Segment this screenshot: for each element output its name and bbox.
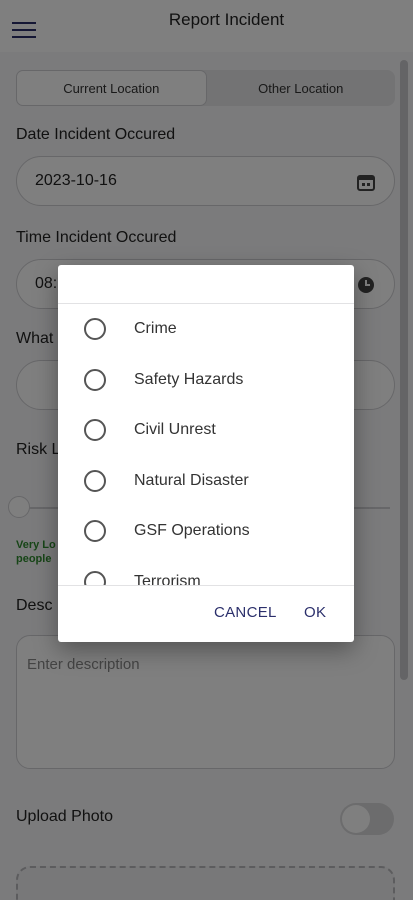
option-label: Natural Disaster: [134, 472, 249, 489]
radio-icon[interactable]: [84, 419, 106, 441]
option-civil-unrest[interactable]: Civil Unrest: [58, 405, 354, 455]
radio-icon[interactable]: [84, 318, 106, 340]
radio-icon[interactable]: [84, 369, 106, 391]
option-terrorism[interactable]: Terrorism: [58, 557, 354, 585]
option-safety-hazards[interactable]: Safety Hazards: [58, 355, 354, 405]
option-crime[interactable]: Crime: [58, 304, 354, 354]
option-gsf-operations[interactable]: GSF Operations: [58, 506, 354, 556]
ok-button[interactable]: OK: [304, 604, 326, 621]
option-label: Safety Hazards: [134, 371, 244, 388]
option-natural-disaster[interactable]: Natural Disaster: [58, 456, 354, 506]
dialog-divider-bottom: [58, 585, 354, 586]
radio-icon[interactable]: [84, 571, 106, 585]
option-label: GSF Operations: [134, 522, 250, 539]
cancel-button[interactable]: CANCEL: [214, 604, 277, 621]
radio-icon[interactable]: [84, 470, 106, 492]
option-list[interactable]: Crime Safety Hazards Civil Unrest Natura…: [58, 304, 354, 585]
option-label: Crime: [134, 320, 177, 337]
option-label: Terrorism: [134, 573, 201, 585]
radio-icon[interactable]: [84, 520, 106, 542]
option-label: Civil Unrest: [134, 421, 216, 438]
incident-type-dialog: Crime Safety Hazards Civil Unrest Natura…: [58, 265, 354, 642]
